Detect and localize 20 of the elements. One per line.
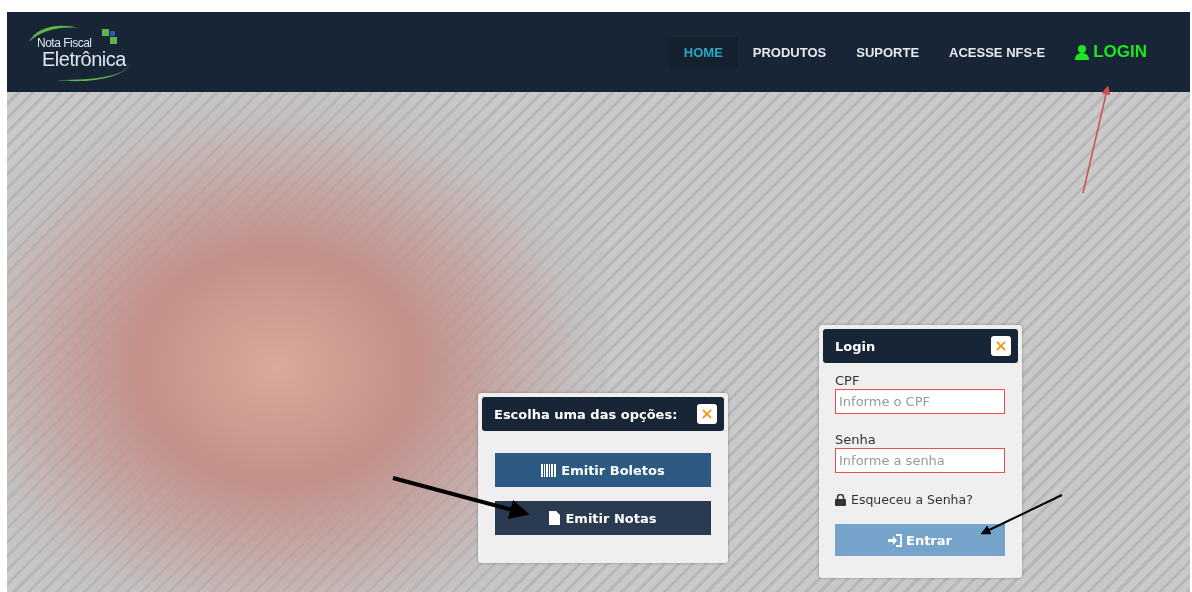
document-icon <box>549 511 561 525</box>
nav-link[interactable]: HOME <box>668 36 738 68</box>
nav-link[interactable]: PRODUTOS <box>737 36 842 68</box>
dialog-title: Escolha uma das opções: <box>494 406 678 422</box>
dialog-title: Login <box>835 338 876 354</box>
field-label: CPF <box>835 373 861 388</box>
nav-link[interactable]: SUPORTE <box>841 36 935 68</box>
forgot-password-link[interactable]: Esqueceu a Senha? <box>835 492 1006 507</box>
user-icon <box>1074 44 1091 60</box>
input-field[interactable]: Informe a senha <box>835 448 1005 473</box>
input-field[interactable]: Informe o CPF <box>835 389 1005 414</box>
nav-link[interactable]: ACESSE NFS-E <box>934 36 1061 68</box>
login-link[interactable]: LOGIN <box>1060 34 1162 70</box>
logo[interactable]: Nota Fiscal Eletrônica <box>27 20 137 84</box>
lock-icon <box>835 493 846 506</box>
field-label: Senha <box>835 432 877 447</box>
option-button[interactable]: Emitir Boletos <box>495 453 711 487</box>
sign-in-icon <box>888 533 902 547</box>
option-button[interactable]: Emitir Notas <box>495 501 711 535</box>
barcode-icon <box>541 463 557 477</box>
